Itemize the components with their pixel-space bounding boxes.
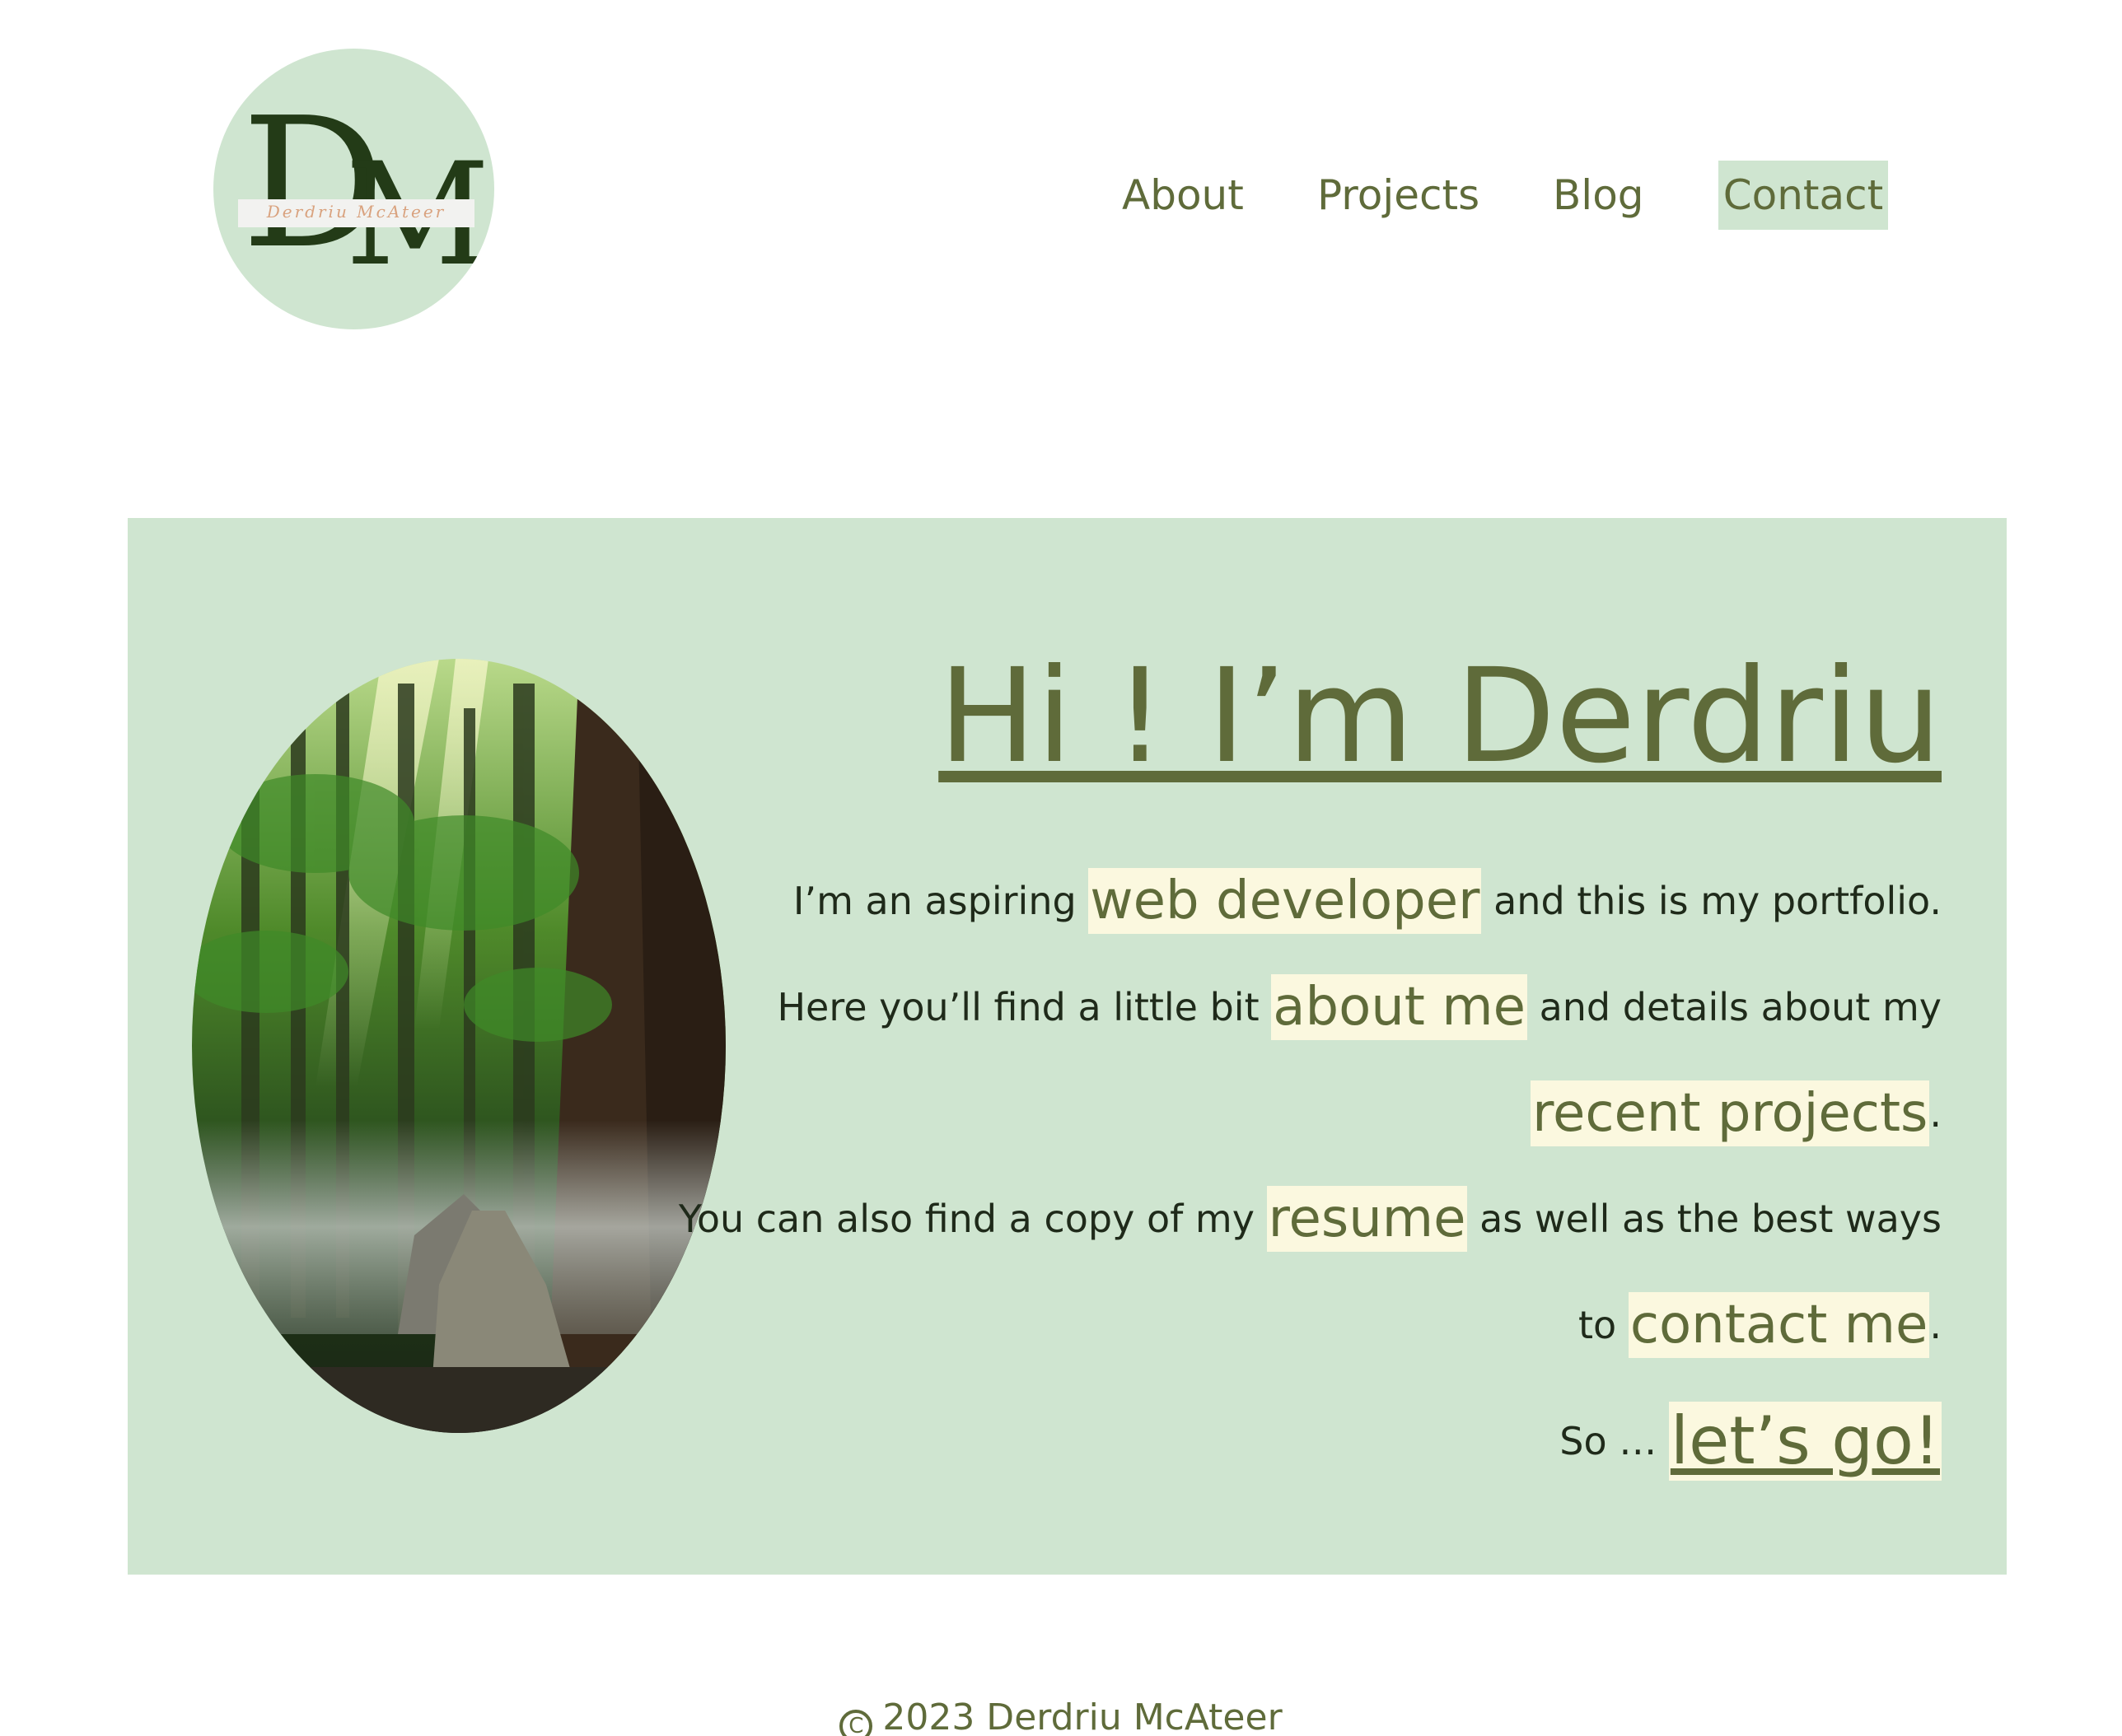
recent-projects-highlight: recent projects bbox=[1531, 1080, 1930, 1146]
intro-line-3: recent projects. bbox=[1531, 1080, 1942, 1146]
intro-line-3-after: . bbox=[1929, 1091, 1942, 1136]
intro-line-5-before: to bbox=[1578, 1303, 1629, 1347]
nav-blog-link[interactable]: Blog bbox=[1553, 161, 1644, 230]
resume-highlight: resume bbox=[1266, 1186, 1468, 1252]
portfolio-page: D M Derdriu McAteer About Projects Blog … bbox=[0, 0, 2122, 1736]
about-me-highlight: about me bbox=[1271, 974, 1527, 1040]
intro-line-2-before: Here you’ll find a little bit bbox=[777, 985, 1272, 1029]
nav-contact-link[interactable]: Contact bbox=[1718, 161, 1888, 230]
intro-line-1-after: and this is my portfolio. bbox=[1481, 879, 1942, 923]
intro-line-4-before: You can also find a copy of my bbox=[678, 1197, 1267, 1241]
hero-headline[interactable]: Hi ! I’m Derdriu bbox=[938, 642, 1942, 792]
copyright-icon: C bbox=[839, 1710, 873, 1736]
web-developer-highlight: web developer bbox=[1088, 868, 1482, 934]
logo[interactable]: D M Derdriu McAteer bbox=[213, 49, 494, 329]
forest-photo-icon bbox=[192, 659, 726, 1433]
footer-copyright-text: 2023 Derdriu McAteer bbox=[882, 1696, 1283, 1736]
nav-projects-link[interactable]: Projects bbox=[1317, 161, 1479, 230]
intro-line-1-before: I’m an aspiring bbox=[792, 879, 1089, 923]
intro-line-2-after: and details about my bbox=[1526, 985, 1942, 1029]
intro-line-4: You can also find a copy of my resume as… bbox=[679, 1186, 1942, 1252]
contact-me-highlight: contact me bbox=[1628, 1292, 1930, 1358]
intro-line-1: I’m an aspiring web developer and this i… bbox=[793, 868, 1942, 934]
intro-line-6-before: So … bbox=[1559, 1419, 1669, 1463]
intro-line-5: to contact me. bbox=[1578, 1292, 1942, 1358]
intro-line-4-after: as well as the best ways bbox=[1467, 1197, 1942, 1241]
intro-line-2: Here you’ll find a little bit about me a… bbox=[777, 974, 1942, 1040]
intro-line-6: So … let’s go! bbox=[1559, 1402, 1942, 1481]
lets-go-link[interactable]: let’s go! bbox=[1668, 1402, 1942, 1481]
nav-about-link[interactable]: About bbox=[1122, 161, 1244, 230]
logo-script-name: Derdriu McAteer bbox=[266, 202, 446, 222]
footer: C 2023 Derdriu McAteer bbox=[0, 1696, 2122, 1736]
forest-image bbox=[192, 659, 726, 1433]
intro-line-5-after: . bbox=[1929, 1303, 1942, 1347]
